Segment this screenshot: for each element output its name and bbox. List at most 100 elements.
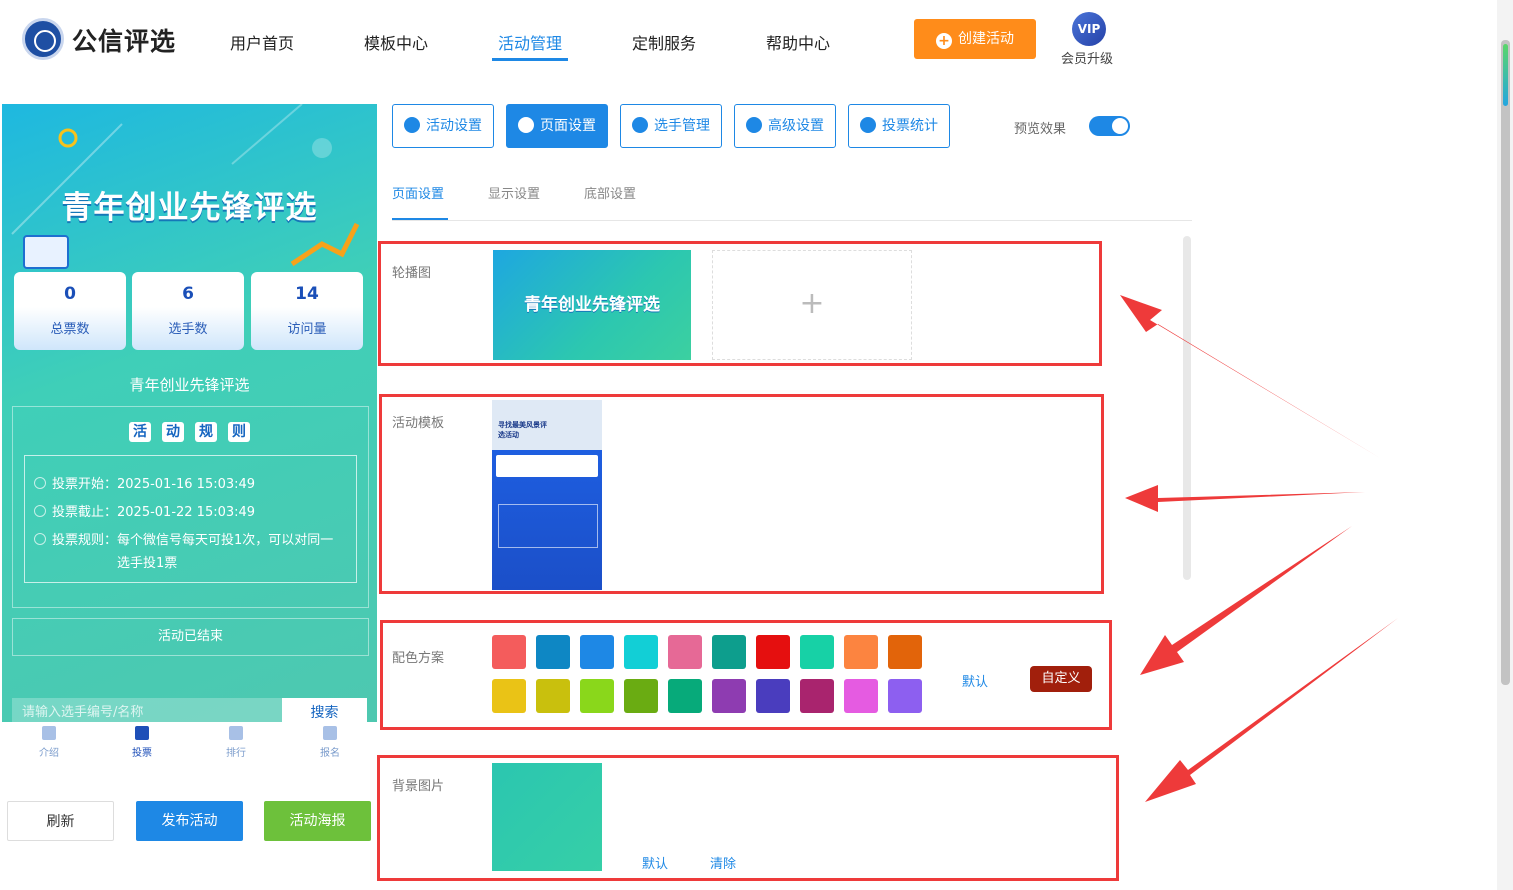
custom-color-button[interactable]: 自定义 bbox=[1030, 666, 1092, 692]
tab-vote-label: 投票 bbox=[132, 748, 152, 759]
template-thumbnail[interactable]: 寻找最美风景评选活动 bbox=[492, 400, 602, 590]
vote-statistics-button[interactable]: 投票统计 bbox=[848, 104, 950, 148]
color-swatch[interactable] bbox=[492, 679, 526, 713]
rules-chip: 活 bbox=[129, 422, 151, 442]
search-button[interactable]: 搜索 bbox=[282, 698, 367, 722]
membership-upgrade-link[interactable]: 会员升级 bbox=[1061, 48, 1113, 67]
color-swatch[interactable] bbox=[712, 635, 746, 669]
clear-background-link[interactable]: 清除 bbox=[710, 853, 736, 872]
color-swatch[interactable] bbox=[668, 635, 702, 669]
color-swatch[interactable] bbox=[756, 635, 790, 669]
stat-visits-label: 访问量 bbox=[287, 322, 327, 337]
tab-signup-label: 报名 bbox=[320, 748, 340, 759]
tab-ranking-label: 排行 bbox=[226, 748, 246, 759]
brand-logo[interactable] bbox=[22, 18, 64, 60]
advanced-settings-button[interactable]: 高级设置 bbox=[734, 104, 836, 148]
color-swatch[interactable] bbox=[712, 679, 746, 713]
publish-activity-button[interactable]: 发布活动 bbox=[136, 801, 243, 841]
stat-visits: 14 访问量 bbox=[251, 272, 363, 350]
color-scheme-highlight bbox=[380, 620, 1112, 730]
document-icon bbox=[42, 726, 56, 740]
nav-home[interactable]: 用户首页 bbox=[230, 30, 294, 54]
default-background-link[interactable]: 默认 bbox=[642, 853, 668, 872]
star-icon bbox=[404, 117, 420, 133]
template-rules bbox=[498, 504, 598, 548]
color-swatch[interactable] bbox=[492, 635, 526, 669]
nav-templates[interactable]: 模板中心 bbox=[364, 30, 428, 54]
color-swatch[interactable] bbox=[624, 635, 658, 669]
vote-end-text: 投票截止：2025-01-22 15:03:49 bbox=[52, 505, 256, 520]
activity-poster-button[interactable]: 活动海报 bbox=[264, 801, 371, 841]
activity-status: 活动已结束 bbox=[12, 618, 369, 656]
contestant-management-button[interactable]: 选手管理 bbox=[620, 104, 722, 148]
subtab-page-settings[interactable]: 页面设置 bbox=[392, 183, 444, 202]
nav-help-center[interactable]: 帮助中心 bbox=[766, 30, 830, 54]
sliders-icon bbox=[746, 117, 762, 133]
color-swatch[interactable] bbox=[580, 679, 614, 713]
tab-intro-label: 介绍 bbox=[39, 748, 59, 759]
color-swatch[interactable] bbox=[844, 635, 878, 669]
brand-name[interactable]: 公信评选 bbox=[72, 22, 176, 58]
template-label: 活动模板 bbox=[392, 416, 445, 431]
background-label: 背景图片 bbox=[392, 779, 445, 794]
template-thumbnail-title: 寻找最美风景评选活动 bbox=[498, 421, 547, 439]
color-swatch[interactable] bbox=[536, 679, 570, 713]
vip-icon[interactable]: VIP bbox=[1072, 12, 1106, 46]
annotation-arrows bbox=[1120, 295, 1398, 802]
stat-visits-value: 14 bbox=[295, 284, 319, 304]
color-swatch[interactable] bbox=[624, 679, 658, 713]
refresh-button[interactable]: 刷新 bbox=[7, 801, 114, 841]
color-swatch[interactable] bbox=[888, 635, 922, 669]
bar-chart-icon bbox=[229, 726, 243, 740]
subtab-divider bbox=[392, 220, 1192, 221]
carousel-label: 轮播图 bbox=[392, 266, 432, 281]
add-carousel-image-button[interactable]: + bbox=[712, 250, 912, 360]
contestant-search-input[interactable]: 请输入选手编号/名称 bbox=[12, 698, 282, 722]
color-swatch[interactable] bbox=[580, 635, 614, 669]
template-highlight bbox=[379, 394, 1104, 594]
tab-vote[interactable]: 投票 bbox=[112, 726, 172, 759]
vote-start-text: 投票开始：2025-01-16 15:03:49 bbox=[52, 477, 256, 492]
color-swatch[interactable] bbox=[536, 635, 570, 669]
mobile-preview: 青年创业先锋评选 0 总票数 6 选手数 14 访问量 青年创业先锋评选 活 动… bbox=[2, 104, 377, 722]
subtab-footer-settings[interactable]: 底部设置 bbox=[584, 183, 636, 202]
clock-icon bbox=[34, 505, 46, 517]
page-settings-button[interactable]: 页面设置 bbox=[506, 104, 608, 148]
color-swatch[interactable] bbox=[756, 679, 790, 713]
rules-chip: 则 bbox=[228, 422, 250, 442]
carousel-image[interactable]: 青年创业先锋评选 bbox=[493, 250, 691, 360]
vote-start-time: 投票开始：2025-01-16 15:03:49 bbox=[34, 473, 255, 492]
color-swatch[interactable] bbox=[888, 679, 922, 713]
preview-toggle[interactable] bbox=[1089, 116, 1130, 136]
nav-activity-management[interactable]: 活动管理 bbox=[498, 30, 562, 54]
activity-settings-button[interactable]: 活动设置 bbox=[392, 104, 494, 148]
contestant-management-label: 选手管理 bbox=[654, 118, 710, 134]
create-activity-button[interactable]: + 创建活动 bbox=[914, 19, 1036, 59]
stat-contestants: 6 选手数 bbox=[132, 272, 244, 350]
tab-ranking[interactable]: 排行 bbox=[206, 726, 266, 759]
clock-icon bbox=[34, 477, 46, 489]
page-scrollbar-thumb[interactable] bbox=[1501, 40, 1510, 685]
page-scrollbar-accent bbox=[1503, 44, 1508, 106]
color-swatch[interactable] bbox=[800, 635, 834, 669]
stat-contestants-value: 6 bbox=[182, 284, 194, 304]
rules-chip: 规 bbox=[195, 422, 217, 442]
color-swatch[interactable] bbox=[800, 679, 834, 713]
plus-icon: + bbox=[936, 33, 952, 49]
color-swatch[interactable] bbox=[668, 679, 702, 713]
vote-rule: 投票规则：每个微信号每天可投1次，可以对同一 bbox=[34, 529, 333, 548]
annotation-arrow bbox=[1140, 526, 1352, 675]
info-icon bbox=[34, 533, 46, 545]
vote-statistics-label: 投票统计 bbox=[882, 118, 938, 134]
default-color-link[interactable]: 默认 bbox=[962, 671, 988, 690]
subtab-active-indicator bbox=[392, 218, 448, 220]
color-swatch[interactable] bbox=[844, 679, 878, 713]
nav-custom-service[interactable]: 定制服务 bbox=[632, 30, 696, 54]
tab-signup[interactable]: 报名 bbox=[300, 726, 360, 759]
carousel-image-title: 青年创业先锋评选 bbox=[524, 295, 660, 315]
subtab-display-settings[interactable]: 显示设置 bbox=[488, 183, 540, 202]
tab-intro[interactable]: 介绍 bbox=[19, 726, 79, 759]
vote-rule-text: 投票规则：每个微信号每天可投1次，可以对同一 bbox=[52, 533, 334, 548]
background-image[interactable] bbox=[492, 763, 602, 871]
stat-total-votes-label: 总票数 bbox=[50, 322, 90, 337]
